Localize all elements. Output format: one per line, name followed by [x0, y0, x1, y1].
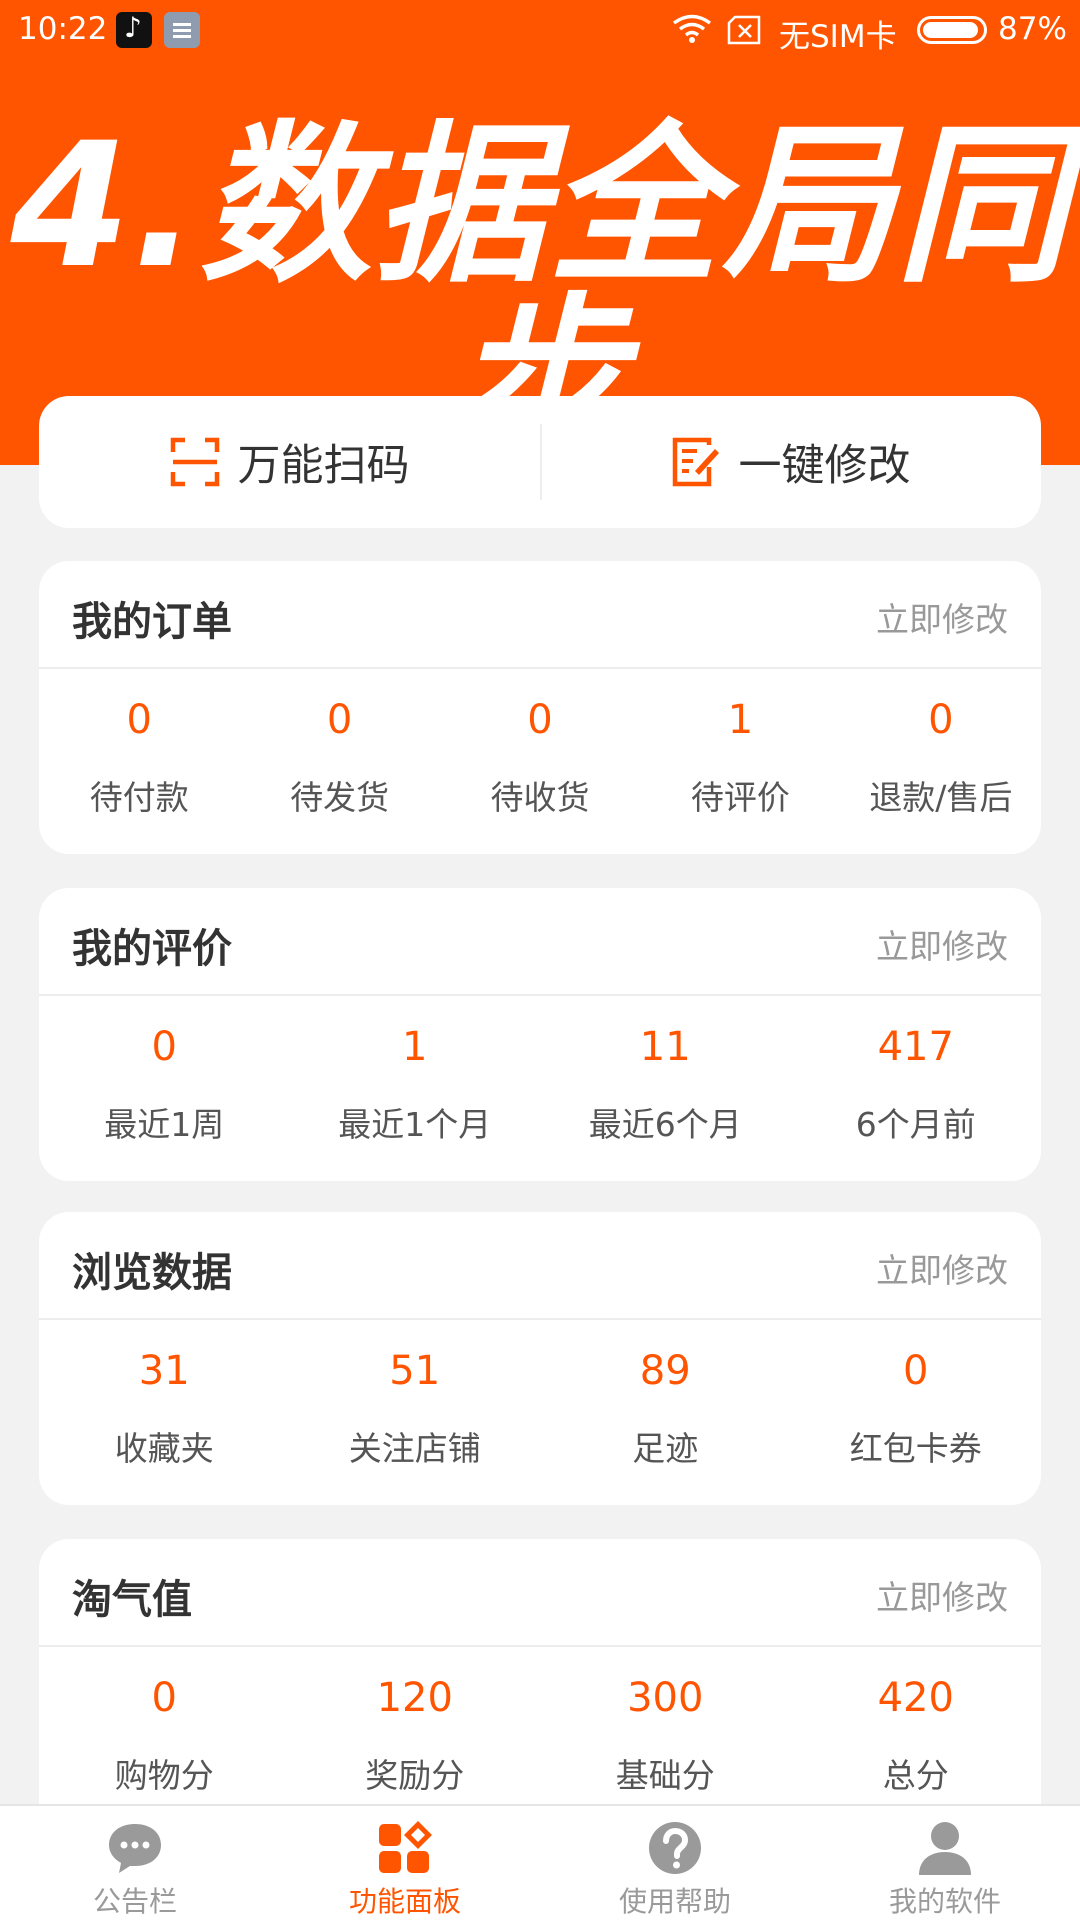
battery-percent: 87% [998, 11, 1067, 47]
quick-actions-card: 万能扫码 一键修改 [39, 396, 1041, 528]
scan-label: 万能扫码 [237, 441, 410, 491]
stat-value: 0 [527, 697, 553, 743]
stat-pending-review[interactable]: 1 待评价 [640, 671, 840, 854]
stat-label: 基础分 [615, 1756, 715, 1795]
stat-label: 购物分 [114, 1756, 214, 1795]
sim-status: 无SIM卡 [779, 19, 897, 55]
stat-six-months-ago[interactable]: 417 6个月前 [791, 998, 1042, 1181]
tab-label: 使用帮助 [618, 1885, 731, 1918]
stat-refund[interactable]: 0 退款/售后 [841, 671, 1041, 854]
scan-button[interactable]: 万能扫码 [39, 396, 540, 528]
card-title: 我的评价 [72, 926, 232, 972]
stat-value: 0 [903, 1348, 929, 1394]
edit-now-link[interactable]: 立即修改 [876, 593, 1008, 641]
edit-now-link[interactable]: 立即修改 [876, 1571, 1008, 1619]
no-sim-icon [727, 15, 761, 45]
stat-pending-payment[interactable]: 0 待付款 [39, 671, 239, 854]
stat-followed-shops[interactable]: 51 关注店铺 [290, 1322, 541, 1505]
stat-label: 6个月前 [855, 1105, 976, 1144]
battery-icon [917, 16, 987, 44]
bottom-tab-bar: 公告栏 功能面板 使用帮助 我的软件 [0, 1804, 1080, 1920]
reviews-card: 我的评价 立即修改 0 最近1周 1 最近1个月 11 最近6个月 417 6个… [39, 888, 1041, 1181]
browse-card: 浏览数据 立即修改 31 收藏夹 51 关注店铺 89 足迹 0 红包卡券 [39, 1212, 1041, 1505]
question-circle-icon [649, 1822, 701, 1874]
stat-value: 1 [727, 697, 754, 743]
tab-function-panel[interactable]: 功能面板 [270, 1806, 540, 1920]
stat-value: 420 [877, 1675, 954, 1721]
tab-label: 我的软件 [888, 1885, 1001, 1918]
stat-coupons[interactable]: 0 红包卡券 [791, 1322, 1042, 1505]
stat-favorites[interactable]: 31 收藏夹 [39, 1322, 290, 1505]
card-header: 我的订单 立即修改 [39, 561, 1041, 669]
stat-value: 120 [376, 1675, 453, 1721]
tab-help[interactable]: 使用帮助 [540, 1806, 810, 1920]
stat-label: 关注店铺 [348, 1429, 481, 1468]
stat-last-month[interactable]: 1 最近1个月 [290, 998, 541, 1181]
wifi-icon [672, 14, 712, 43]
stat-value: 300 [627, 1675, 704, 1721]
user-icon [919, 1822, 971, 1875]
stat-row: 0 最近1周 1 最近1个月 11 最近6个月 417 6个月前 [39, 998, 1041, 1181]
stat-value: 1 [402, 1024, 428, 1070]
taoqi-card: 淘气值 立即修改 0 购物分 120 奖励分 300 基础分 420 总分 [39, 1539, 1041, 1832]
stat-pending-receipt[interactable]: 0 待收货 [440, 671, 640, 854]
stat-last-week[interactable]: 0 最近1周 [39, 998, 290, 1181]
notes-app-icon [164, 12, 200, 48]
card-header: 我的评价 立即修改 [39, 888, 1041, 996]
stat-label: 奖励分 [365, 1756, 465, 1795]
stat-row: 31 收藏夹 51 关注店铺 89 足迹 0 红包卡券 [39, 1322, 1041, 1505]
grid-diamond-icon [379, 1821, 432, 1873]
orders-card: 我的订单 立即修改 0 待付款 0 待发货 0 待收货 1 待评价 0 退款/售… [39, 561, 1041, 854]
stat-label: 退款/售后 [869, 778, 1013, 817]
stat-value: 89 [639, 1348, 691, 1394]
stat-label: 待付款 [89, 778, 189, 817]
stat-row: 0 待付款 0 待发货 0 待收货 1 待评价 0 退款/售后 [39, 671, 1041, 854]
one-click-edit-button[interactable]: 一键修改 [540, 396, 1041, 528]
card-title: 浏览数据 [72, 1250, 232, 1296]
stat-value: 0 [326, 697, 353, 743]
stat-label: 收藏夹 [114, 1429, 214, 1468]
card-header: 浏览数据 立即修改 [39, 1212, 1041, 1320]
stat-label: 总分 [882, 1756, 949, 1795]
stat-value: 0 [151, 1675, 177, 1721]
stat-footprints[interactable]: 89 足迹 [540, 1322, 791, 1505]
tab-label: 功能面板 [348, 1885, 461, 1918]
stat-label: 待发货 [290, 778, 390, 817]
stat-value: 31 [138, 1348, 190, 1394]
stat-label: 待评价 [690, 778, 790, 817]
tab-announcements[interactable]: 公告栏 [0, 1806, 270, 1920]
status-bar: 10:22 无SIM卡 87% [0, 0, 1080, 62]
tiktok-icon [116, 11, 152, 48]
chat-bubble-icon [109, 1824, 161, 1873]
stat-value: 51 [389, 1348, 441, 1394]
edit-now-link[interactable]: 立即修改 [876, 1244, 1008, 1292]
stat-label: 最近1周 [104, 1105, 225, 1144]
card-header: 淘气值 立即修改 [39, 1539, 1041, 1647]
stat-label: 红包卡券 [849, 1429, 982, 1468]
stat-value: 11 [639, 1024, 691, 1070]
stat-label: 最近6个月 [588, 1105, 742, 1144]
stat-last-six-months[interactable]: 11 最近6个月 [540, 998, 791, 1181]
stat-value: 0 [928, 697, 954, 743]
stat-pending-shipment[interactable]: 0 待发货 [239, 671, 439, 854]
stat-label: 足迹 [632, 1429, 699, 1468]
edit-icon [672, 437, 719, 487]
card-title: 淘气值 [72, 1577, 192, 1623]
card-title: 我的订单 [72, 599, 232, 645]
tab-my-software[interactable]: 我的软件 [810, 1806, 1080, 1920]
status-time: 10:22 [18, 11, 108, 47]
edit-now-link[interactable]: 立即修改 [876, 920, 1008, 968]
stat-label: 最近1个月 [338, 1105, 492, 1144]
tab-label: 公告栏 [92, 1885, 177, 1918]
scan-icon [170, 437, 219, 487]
stat-value: 0 [151, 1024, 177, 1070]
stat-value: 0 [126, 697, 152, 743]
edit-label: 一键修改 [738, 441, 911, 491]
stat-value: 417 [877, 1024, 954, 1070]
stat-label: 待收货 [490, 778, 590, 817]
